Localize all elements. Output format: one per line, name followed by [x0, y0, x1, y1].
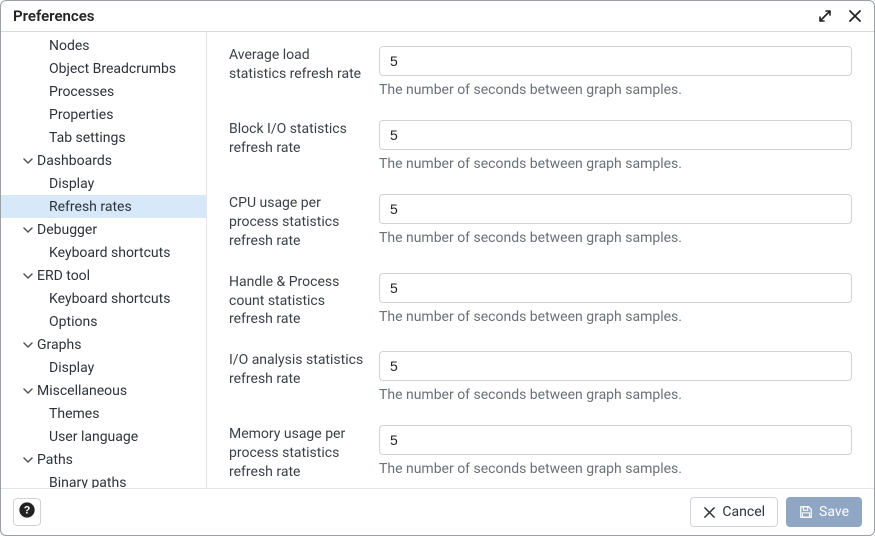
setting-label: Average load statistics refresh rate	[229, 46, 379, 84]
setting-label: Memory usage per process statistics refr…	[229, 425, 379, 482]
dialog-footer: ? Cancel Save	[1, 488, 874, 535]
sidebar-tree[interactable]: Nodes Object Breadcrumbs Processes Properti…	[1, 32, 207, 488]
setting-row: Block I/O statistics refresh rateThe num…	[229, 120, 852, 172]
tree-item[interactable]: ERD tool	[1, 264, 206, 287]
tree-item[interactable]: Keyboard shortcuts	[1, 241, 206, 264]
close-icon	[703, 506, 716, 519]
tree-item-label: Dashboards	[37, 153, 112, 169]
setting-row: CPU usage per process statistics refresh…	[229, 194, 852, 251]
tree-item-label: Miscellaneous	[37, 383, 127, 399]
tree-item-label: Debugger	[37, 222, 97, 238]
preferences-dialog: Preferences Nodes Object Breadcrumbs Proce…	[0, 0, 875, 536]
setting-help: The number of seconds between graph samp…	[379, 82, 852, 98]
setting-input[interactable]	[379, 351, 852, 381]
tree-item[interactable]: User language	[1, 425, 206, 448]
setting-input[interactable]	[379, 425, 852, 455]
setting-label: Handle & Process count statistics refres…	[229, 273, 379, 330]
chevron-down-icon	[21, 156, 35, 166]
tree-item[interactable]: Properties	[1, 103, 206, 126]
tree-item-label: Tab settings	[49, 130, 126, 146]
setting-input[interactable]	[379, 194, 852, 224]
setting-label: Block I/O statistics refresh rate	[229, 120, 379, 158]
setting-help: The number of seconds between graph samp…	[379, 156, 852, 172]
tree-item-label: Keyboard shortcuts	[49, 291, 170, 307]
setting-row: Handle & Process count statistics refres…	[229, 273, 852, 330]
setting-input[interactable]	[379, 273, 852, 303]
tree-item-label: Display	[49, 176, 94, 192]
tree-item-label: ERD tool	[37, 268, 90, 284]
tree-item-label: Graphs	[37, 337, 81, 353]
dialog-title: Preferences	[13, 7, 95, 25]
setting-control: The number of seconds between graph samp…	[379, 351, 852, 403]
setting-label: I/O analysis statistics refresh rate	[229, 351, 379, 389]
tree-item-label: Display	[49, 360, 94, 376]
tree-item[interactable]: Miscellaneous	[1, 379, 206, 402]
setting-help: The number of seconds between graph samp…	[379, 461, 852, 477]
cancel-button[interactable]: Cancel	[690, 497, 778, 527]
chevron-down-icon	[21, 386, 35, 396]
tree-item-label: Paths	[37, 452, 73, 468]
setting-control: The number of seconds between graph samp…	[379, 273, 852, 325]
setting-help: The number of seconds between graph samp…	[379, 387, 852, 403]
cancel-label: Cancel	[722, 504, 765, 520]
help-button[interactable]: ?	[13, 498, 41, 526]
tree-item[interactable]: Binary paths	[1, 471, 206, 488]
tree-item-label: Properties	[49, 107, 113, 123]
tree-item[interactable]: Tab settings	[1, 126, 206, 149]
close-icon[interactable]	[846, 7, 864, 25]
tree-item[interactable]: Debugger	[1, 218, 206, 241]
tree-item[interactable]: Display	[1, 172, 206, 195]
footer-buttons: Cancel Save	[690, 497, 862, 527]
setting-help: The number of seconds between graph samp…	[379, 230, 852, 246]
tree-item-label: User language	[49, 429, 138, 445]
tree-item[interactable]: Refresh rates	[1, 195, 206, 218]
svg-text:?: ?	[24, 505, 31, 517]
tree-item[interactable]: Keyboard shortcuts	[1, 287, 206, 310]
chevron-down-icon	[21, 271, 35, 281]
tree-item[interactable]: Paths	[1, 448, 206, 471]
tree-item[interactable]: Graphs	[1, 333, 206, 356]
settings-content[interactable]: Average load statistics refresh rateThe …	[207, 32, 874, 488]
header-icons	[816, 7, 864, 25]
maximize-icon[interactable]	[816, 7, 834, 25]
tree-item[interactable]: Dashboards	[1, 149, 206, 172]
tree-item-label: Processes	[49, 84, 114, 100]
setting-row: I/O analysis statistics refresh rateThe …	[229, 351, 852, 403]
tree-item-label: Binary paths	[49, 475, 126, 489]
tree-item[interactable]: Themes	[1, 402, 206, 425]
setting-control: The number of seconds between graph samp…	[379, 46, 852, 98]
tree-item-label: Options	[49, 314, 97, 330]
tree-item-label: Nodes	[49, 38, 90, 54]
tree-item[interactable]: Object Breadcrumbs	[1, 57, 206, 80]
dialog-body: Nodes Object Breadcrumbs Processes Properti…	[1, 32, 874, 488]
tree-item-label: Themes	[49, 406, 99, 422]
tree-item-label: Keyboard shortcuts	[49, 245, 170, 261]
tree-item-label: Object Breadcrumbs	[49, 61, 176, 77]
setting-row: Average load statistics refresh rateThe …	[229, 46, 852, 98]
tree-item[interactable]: Options	[1, 310, 206, 333]
setting-control: The number of seconds between graph samp…	[379, 425, 852, 477]
tree-item[interactable]: Processes	[1, 80, 206, 103]
chevron-down-icon	[21, 340, 35, 350]
save-icon	[799, 505, 813, 519]
setting-help: The number of seconds between graph samp…	[379, 309, 852, 325]
setting-control: The number of seconds between graph samp…	[379, 120, 852, 172]
chevron-down-icon	[21, 225, 35, 235]
save-button[interactable]: Save	[786, 497, 862, 527]
setting-input[interactable]	[379, 46, 852, 76]
tree-item[interactable]: Display	[1, 356, 206, 379]
setting-row: Memory usage per process statistics refr…	[229, 425, 852, 482]
setting-label: CPU usage per process statistics refresh…	[229, 194, 379, 251]
setting-input[interactable]	[379, 120, 852, 150]
tree-item[interactable]: Nodes	[1, 34, 206, 57]
dialog-header: Preferences	[1, 1, 874, 32]
chevron-down-icon	[21, 455, 35, 465]
help-icon: ?	[18, 501, 36, 523]
setting-control: The number of seconds between graph samp…	[379, 194, 852, 246]
save-label: Save	[819, 504, 849, 520]
tree-item-label: Refresh rates	[49, 199, 132, 215]
